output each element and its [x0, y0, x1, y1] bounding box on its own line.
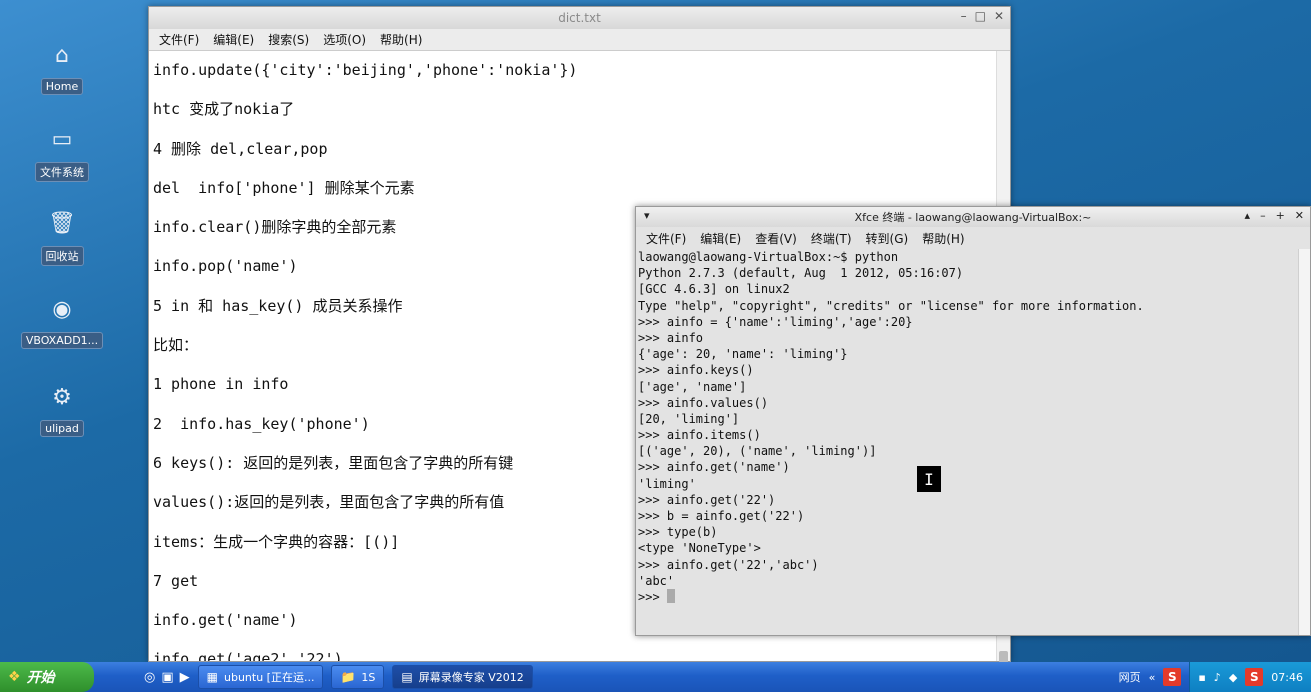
window-menu-icon[interactable]: ▾	[644, 209, 650, 222]
terminal-line: <type 'NoneType'>	[638, 541, 761, 556]
menu-search[interactable]: 搜索(S)	[268, 31, 309, 48]
terminal-line: >>> ainfo.get('22','abc')	[638, 557, 819, 572]
terminal-menubar: 文件(F) 编辑(E) 查看(V) 终端(T) 转到(G) 帮助(H)	[636, 227, 1310, 249]
task-button-virtualbox[interactable]: ▦ ubuntu [正在运...	[197, 665, 324, 689]
maximize-icon[interactable]: □	[975, 9, 986, 23]
minimize-icon[interactable]: –	[961, 9, 967, 23]
terminal-window: ▾ Xfce 终端 - laowang@laowang-VirtualBox:~…	[635, 206, 1311, 636]
menu-goto[interactable]: 转到(G)	[866, 230, 909, 247]
terminal-line: >>> ainfo	[638, 330, 704, 345]
virtualbox-icon: ▦	[206, 670, 218, 684]
gear-icon: ⚙	[52, 384, 72, 410]
task-label: 屏幕录像专家 V2012	[418, 671, 524, 684]
terminal-prompt: >>>	[638, 589, 667, 604]
task-button-folder[interactable]: 📁 1S	[331, 665, 385, 689]
close-icon[interactable]: ✕	[1295, 209, 1304, 222]
maximize-icon[interactable]: +	[1276, 209, 1285, 222]
desktop-icon-label: Home	[40, 78, 84, 95]
tray-web-label[interactable]: 网页	[1119, 669, 1141, 685]
desktop-icon-label: 回收站	[40, 246, 84, 266]
terminal-line: Python 2.7.3 (default, Aug 1 2012, 05:16…	[638, 266, 964, 281]
menu-file[interactable]: 文件(F)	[646, 230, 686, 247]
terminal-line: >>> ainfo = {'name':'liming','age':20}	[638, 314, 913, 329]
editor-line: htc 变成了nokia了	[153, 100, 295, 119]
menu-options[interactable]: 选项(O)	[323, 31, 366, 48]
network-icon[interactable]: ▪	[1198, 671, 1205, 684]
expand-icon[interactable]: «	[1149, 671, 1156, 684]
terminal-line: >>> ainfo.keys()	[638, 363, 754, 378]
task-button-recorder[interactable]: ▤ 屏幕录像专家 V2012	[392, 665, 533, 689]
desktop-icon-label: VBOXADD1...	[20, 332, 104, 349]
editor-line: 4 删除 del,clear,pop	[153, 139, 328, 158]
start-label: 开始	[26, 670, 55, 686]
terminal-screen[interactable]: laowang@laowang-VirtualBox:~$ python Pyt…	[636, 249, 1298, 635]
tray-toolbar: 网页 « S	[1119, 668, 1190, 686]
terminal-line: [('age', 20), ('name', 'liming')]	[638, 444, 877, 459]
menu-file[interactable]: 文件(F)	[159, 31, 199, 48]
task-label: 1S	[361, 670, 376, 684]
task-label: ubuntu [正在运...	[223, 671, 315, 684]
desktop-icon-label: 文件系统	[35, 162, 89, 182]
media-icon[interactable]: ▶	[180, 670, 190, 685]
menu-help[interactable]: 帮助(H)	[380, 31, 422, 48]
terminal-titlebar[interactable]: ▾ Xfce 终端 - laowang@laowang-VirtualBox:~…	[636, 207, 1310, 227]
terminal-cursor	[666, 588, 675, 603]
browser-icon[interactable]: ◎	[144, 670, 155, 685]
terminal-line: [GCC 4.6.3] on linux2	[638, 282, 790, 297]
folder-icon: 📁	[340, 670, 356, 684]
terminal-line: ['age', 'name']	[638, 379, 747, 394]
terminal-line: >>> type(b)	[638, 525, 718, 540]
menu-terminal[interactable]: 终端(T)	[811, 230, 852, 247]
minimize-icon[interactable]: –	[1260, 209, 1266, 222]
menu-help[interactable]: 帮助(H)	[922, 230, 964, 247]
terminal-line: >>> ainfo.items()	[638, 428, 761, 443]
editor-line: info.get('age2','22')	[153, 650, 343, 661]
terminal-line: Type "help", "copyright", "credits" or "…	[638, 298, 1144, 313]
desktop-icon-trash[interactable]: 🗑 回收站	[18, 206, 106, 266]
menu-edit[interactable]: 编辑(E)	[700, 230, 741, 247]
editor-titlebar[interactable]: dict.txt – □ ✕	[149, 7, 1010, 29]
disc-icon: ◉	[52, 296, 72, 322]
terminal-line: >>> ainfo.get('name')	[638, 460, 790, 475]
terminal-title: Xfce 终端 - laowang@laowang-VirtualBox:~	[854, 211, 1092, 224]
terminal-line: 'liming'	[638, 476, 696, 491]
desktop-icon-vboxadditions[interactable]: ◉ VBOXADD1...	[18, 292, 106, 349]
desktop-icon[interactable]: ▣	[161, 670, 173, 685]
terminal-line: [20, 'liming']	[638, 411, 740, 426]
desktop-icon-filesystem[interactable]: ▭ 文件系统	[18, 122, 106, 182]
clock[interactable]: 07:46	[1271, 671, 1303, 684]
ime-icon[interactable]: S	[1245, 668, 1264, 686]
menu-view[interactable]: 查看(V)	[755, 230, 797, 247]
editor-menubar: 文件(F) 编辑(E) 搜索(S) 选项(O) 帮助(H)	[149, 29, 1010, 51]
volume-icon[interactable]: ♪	[1214, 671, 1221, 684]
close-icon[interactable]: ✕	[994, 9, 1004, 23]
terminal-prompt-line[interactable]: >>>	[638, 588, 1298, 605]
drive-icon: ▭	[51, 126, 73, 152]
editor-title: dict.txt	[558, 11, 601, 25]
terminal-line: {'age': 20, 'name': 'liming'}	[638, 347, 848, 362]
desktop-icon-home[interactable]: ⌂ Home	[18, 38, 106, 95]
start-button[interactable]: ❖ 开始	[0, 662, 94, 692]
home-icon: ⌂	[55, 42, 69, 68]
taskbar: ❖ 开始 ◎ ▣ ▶ ▦ ubuntu [正在运... 📁 1S ▤ 屏幕录像专…	[0, 662, 1311, 692]
desktop-icon-ulipad[interactable]: ⚙ ulipad	[18, 380, 106, 437]
terminal-line: >>> ainfo.values()	[638, 395, 769, 410]
ibeam-cursor-icon: I	[917, 466, 941, 492]
terminal-line: >>> b = ainfo.get('22')	[638, 509, 805, 523]
trash-icon: 🗑	[48, 210, 76, 236]
editor-line: info.update({'city':'beijing','phone':'n…	[153, 61, 578, 79]
terminal-line: laowang@laowang-VirtualBox:~$ python	[638, 250, 899, 264]
terminal-line: >>> ainfo.get('22')	[638, 492, 776, 507]
system-tray: ▪ ♪ ◆ S 07:46	[1189, 662, 1311, 692]
terminal-scrollbar[interactable]	[1298, 249, 1310, 635]
security-icon[interactable]: ◆	[1229, 671, 1237, 684]
recorder-icon: ▤	[401, 670, 413, 684]
menu-edit[interactable]: 编辑(E)	[213, 31, 254, 48]
sogou-icon[interactable]: S	[1163, 668, 1182, 686]
windows-flag-icon: ❖	[8, 669, 21, 685]
shade-icon[interactable]: ▴	[1245, 209, 1251, 222]
terminal-line: 'abc'	[638, 573, 675, 588]
desktop-icon-label: ulipad	[40, 420, 84, 437]
quick-launch: ◎ ▣ ▶	[144, 670, 190, 685]
